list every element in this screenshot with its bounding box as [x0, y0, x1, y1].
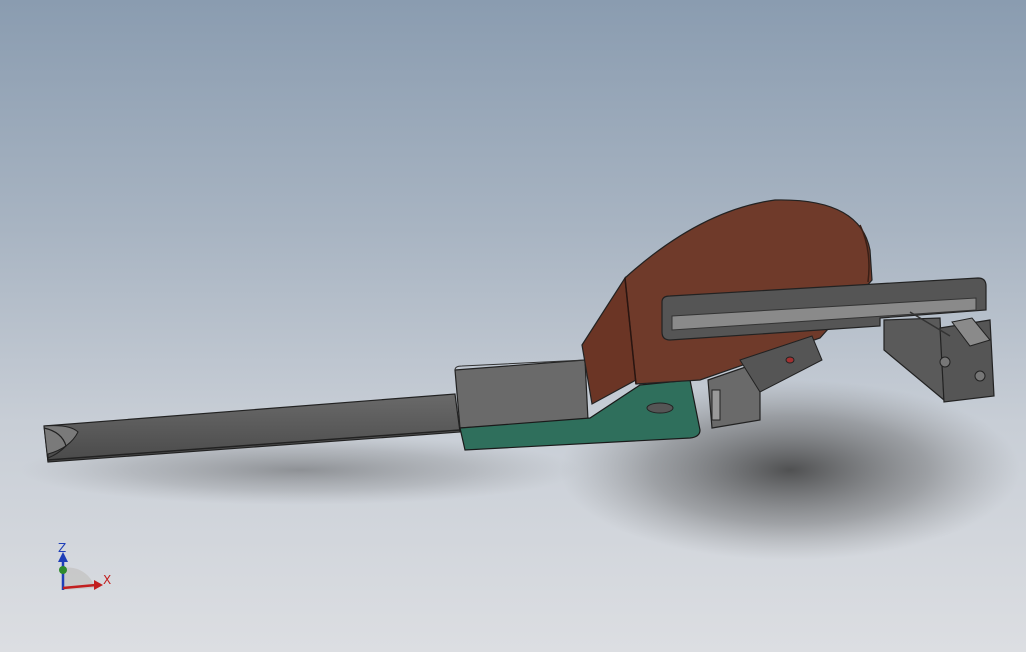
- z-axis-label: Z: [58, 541, 66, 555]
- arm-mount-block[interactable]: [454, 359, 589, 429]
- reference-triad: Z X: [58, 541, 111, 590]
- base-plate-hole: [646, 402, 674, 414]
- model-scene[interactable]: Z X: [0, 0, 1026, 652]
- x-axis-arrowhead: [94, 580, 103, 590]
- x-axis-label: X: [103, 573, 111, 587]
- end-gripper[interactable]: [883, 311, 995, 403]
- clamp-bolt: [785, 356, 795, 364]
- y-axis-marker: [59, 566, 67, 574]
- graphics-viewport[interactable]: Z X: [0, 0, 1026, 652]
